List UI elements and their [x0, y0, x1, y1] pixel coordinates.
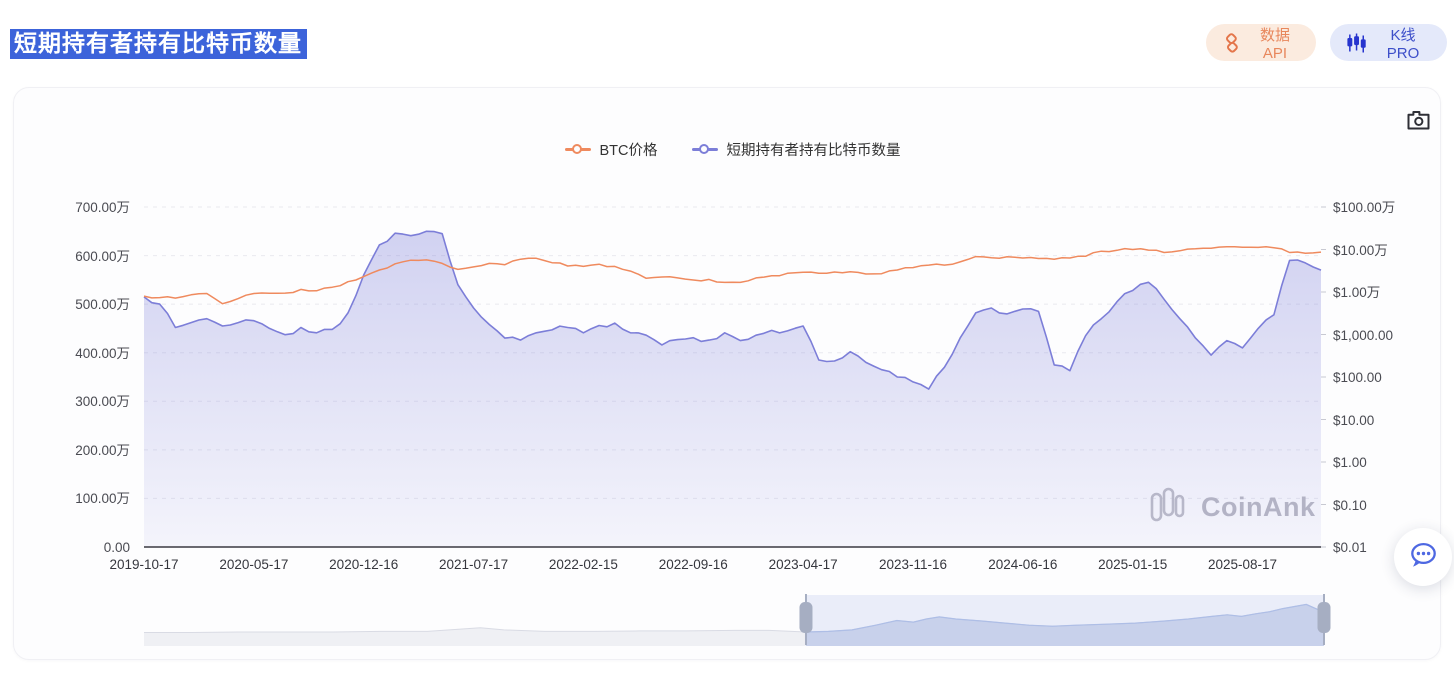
datazoom-handle-right[interactable]	[1317, 602, 1331, 633]
legend-item-btc-price[interactable]: BTC价格	[564, 139, 658, 160]
y-axis-label-right: $0.01	[1333, 540, 1367, 555]
y-axis-label-right: $100.00	[1333, 370, 1382, 385]
y-axis-label-left: 400.00万	[75, 345, 130, 361]
legend-item-sth-supply[interactable]: 短期持有者持有比特币数量	[691, 139, 901, 160]
chat-button[interactable]	[1394, 528, 1452, 586]
y-axis-label-right: $10.00	[1333, 412, 1375, 428]
datazoom-slider[interactable]	[144, 594, 1331, 646]
y-axis-label-right: $10.00万	[1333, 242, 1388, 258]
x-axis-label: 2020-05-17	[219, 557, 289, 572]
sth-supply-area	[144, 231, 1321, 548]
legend-marker-sth-supply	[691, 144, 718, 156]
coinank-watermark: CoinAnk	[1149, 486, 1316, 529]
legend-label-sth-supply: 短期持有者持有比特币数量	[726, 143, 901, 159]
chart-plot-area[interactable]	[14, 88, 1442, 661]
data-api-label: 数据API	[1259, 26, 1290, 62]
page-title-text: 短期持有者持有比特币数量	[10, 29, 307, 59]
y-axis-label-right: $1.00万	[1333, 285, 1381, 300]
x-axis-label: 2020-12-16	[329, 557, 399, 572]
y-axis-label-left: 200.00万	[75, 442, 130, 458]
coinank-watermark-text: CoinAnk	[1201, 492, 1316, 522]
chart-legend: BTC价格 短期持有者持有比特币数量	[144, 139, 1321, 160]
x-axis-label: 2024-06-16	[988, 557, 1058, 572]
candlestick-icon	[1346, 33, 1367, 53]
right-axis-ticks	[1321, 206, 1326, 548]
x-axis-label: 2021-07-17	[439, 557, 509, 572]
x-axis-label: 2022-09-16	[658, 557, 728, 572]
y-axis-label-right: $0.10	[1333, 497, 1367, 513]
y-axis-label-left: 700.00万	[75, 200, 130, 215]
y-axis-label-left: 300.00万	[75, 394, 130, 410]
chat-bubble-icon	[1406, 539, 1440, 576]
legend-marker-btc-price	[564, 144, 591, 156]
data-api-button[interactable]: 数据API	[1206, 24, 1316, 62]
x-axis-label: 2019-10-17	[109, 557, 179, 572]
legend-label-btc-price: BTC价格	[599, 143, 658, 159]
y-axis-label-right: $1.00	[1333, 455, 1367, 470]
x-axis-label: 2025-01-15	[1098, 557, 1168, 572]
y-axis-label-left: 600.00万	[75, 248, 130, 264]
x-axis-label: 2023-11-16	[878, 557, 947, 572]
y-axis-label-left: 100.00万	[75, 491, 130, 507]
x-axis-label: 2025-08-17	[1208, 557, 1278, 572]
page-title: 短期持有者持有比特币数量	[10, 28, 307, 59]
coinank-logo-icon	[1149, 486, 1191, 529]
chart-card: BTC价格 短期持有者持有比特币数量 CoinAnk 700.00万 600.00…	[13, 87, 1441, 660]
y-axis-label-left: 0.00	[103, 540, 130, 555]
x-axis-label: 2022-02-15	[548, 557, 618, 572]
x-axis-label: 2023-04-17	[768, 557, 838, 572]
datazoom-handle-left[interactable]	[799, 602, 813, 633]
kline-pro-button[interactable]: K线 PRO	[1330, 24, 1447, 62]
y-axis-label-right: $100.00万	[1333, 200, 1396, 215]
kline-pro-label: K线 PRO	[1386, 26, 1420, 62]
y-axis-label-right: $1,000.00	[1333, 327, 1394, 343]
camera-icon	[1406, 108, 1431, 134]
api-knot-icon	[1222, 32, 1242, 53]
screenshot-camera-button[interactable]	[1400, 105, 1436, 137]
y-axis-label-left: 500.00万	[75, 297, 130, 313]
